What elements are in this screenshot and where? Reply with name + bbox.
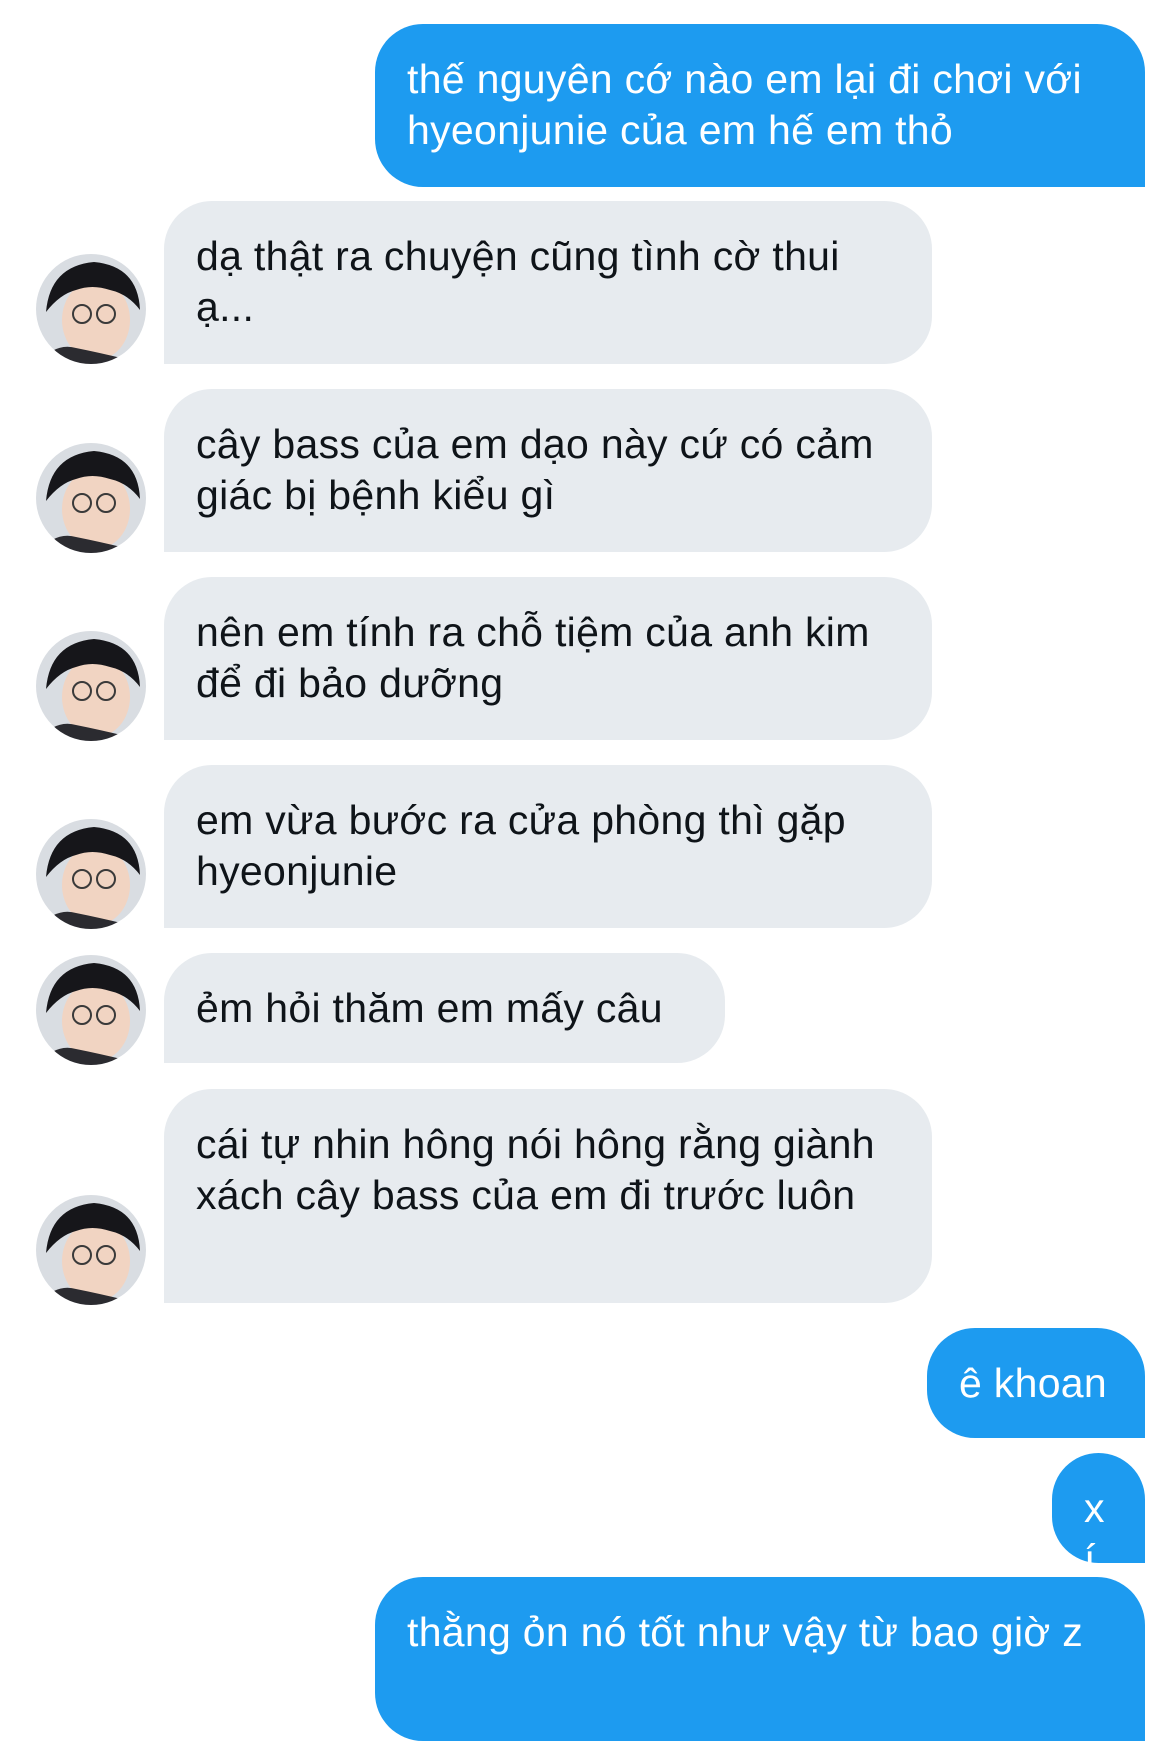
sent-message-bubble[interactable]: ê khoan — [927, 1328, 1145, 1438]
sent-message-bubble[interactable]: thằng ỏn nó tốt như vậy từ bao giờ z — [375, 1577, 1145, 1741]
message-thread[interactable]: thế nguyên cớ nào em lại đi chơi với hye… — [0, 0, 1170, 1741]
received-message-bubble[interactable]: cái tự nhin hông nói hông rằng giành xác… — [164, 1089, 932, 1303]
profile-photo-avatar-icon — [36, 955, 146, 1065]
received-message-bubble[interactable]: em vừa bước ra cửa phòng thì gặp hyeonju… — [164, 765, 932, 928]
profile-photo-avatar-icon — [36, 631, 146, 741]
received-message-bubble[interactable]: ẻm hỏi thăm em mấy câu — [164, 953, 725, 1063]
profile-photo-avatar-icon — [36, 819, 146, 929]
contact-avatar[interactable] — [36, 254, 146, 364]
received-message-bubble[interactable]: cây bass của em dạo này cứ có cảm giác b… — [164, 389, 932, 552]
contact-avatar[interactable] — [36, 819, 146, 929]
profile-photo-avatar-icon — [36, 443, 146, 553]
profile-photo-avatar-icon — [36, 1195, 146, 1305]
contact-avatar[interactable] — [36, 631, 146, 741]
contact-avatar[interactable] — [36, 1195, 146, 1305]
contact-avatar[interactable] — [36, 955, 146, 1065]
sent-message-bubble[interactable]: xí — [1052, 1453, 1145, 1582]
received-message-bubble[interactable]: nên em tính ra chỗ tiệm của anh kim để đ… — [164, 577, 932, 740]
profile-photo-avatar-icon — [36, 254, 146, 364]
sent-message-bubble[interactable]: thế nguyên cớ nào em lại đi chơi với hye… — [375, 24, 1145, 187]
received-message-bubble[interactable]: dạ thật ra chuyện cũng tình cờ thui ạ... — [164, 201, 932, 364]
contact-avatar[interactable] — [36, 443, 146, 553]
